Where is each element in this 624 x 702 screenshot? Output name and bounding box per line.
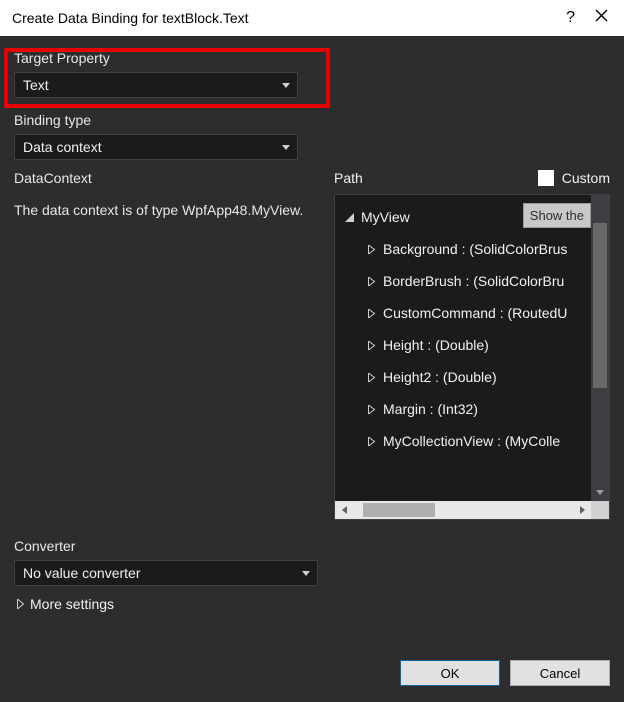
scrollbar-down-icon[interactable]	[591, 483, 609, 501]
chevron-down-icon	[301, 571, 311, 576]
tree-item[interactable]: CustomCommand : (RoutedU	[335, 297, 609, 329]
tree-item[interactable]: Height : (Double)	[335, 329, 609, 361]
collapsed-icon	[365, 309, 377, 318]
datacontext-text: The data context is of type WpfApp48.MyV…	[14, 192, 324, 221]
tree-item[interactable]: Height2 : (Double)	[335, 361, 609, 393]
custom-checkbox[interactable]	[538, 170, 554, 186]
binding-type-dropdown[interactable]: Data context	[14, 134, 298, 160]
tree-item[interactable]: Background : (SolidColorBrus	[335, 233, 609, 265]
tree-root-label: MyView	[361, 209, 410, 225]
path-label: Path	[334, 170, 538, 186]
target-property-label: Target Property	[14, 50, 610, 66]
converter-label: Converter	[14, 538, 610, 554]
tree-item[interactable]: Margin : (Int32)	[335, 393, 609, 425]
converter-dropdown[interactable]: No value converter	[14, 560, 318, 586]
titlebar-actions: ?	[566, 9, 614, 27]
binding-type-label: Binding type	[14, 112, 610, 128]
tree-item[interactable]: MyCollectionView : (MyColle	[335, 425, 609, 457]
show-button[interactable]: Show the	[523, 203, 591, 228]
collapsed-icon	[365, 437, 377, 446]
horizontal-scrollbar[interactable]	[335, 501, 591, 519]
tree-item-label: Background : (SolidColorBrus	[383, 241, 567, 257]
target-property-value: Text	[23, 77, 49, 93]
collapsed-icon	[365, 405, 377, 414]
scrollbar-thumb[interactable]	[593, 223, 607, 388]
cancel-button[interactable]: Cancel	[510, 660, 610, 686]
vertical-scrollbar[interactable]	[591, 195, 609, 501]
tree-item-label: Margin : (Int32)	[383, 401, 478, 417]
collapsed-icon	[365, 245, 377, 254]
collapsed-icon	[14, 599, 26, 609]
chevron-down-icon	[281, 83, 291, 88]
collapsed-icon	[365, 341, 377, 350]
more-settings-label: More settings	[30, 596, 114, 612]
binding-type-value: Data context	[23, 139, 102, 155]
close-icon[interactable]	[595, 9, 608, 27]
tree-item-label: Height : (Double)	[383, 337, 489, 353]
dialog-footer: OK Cancel	[0, 650, 624, 702]
chevron-down-icon	[281, 145, 291, 150]
tree-item-label: BorderBrush : (SolidColorBru	[383, 273, 564, 289]
target-property-dropdown[interactable]: Text	[14, 72, 298, 98]
collapsed-icon	[365, 373, 377, 382]
tree-item-label: MyCollectionView : (MyColle	[383, 433, 560, 449]
tree-item-label: Height2 : (Double)	[383, 369, 497, 385]
path-tree: Show the MyView Background : (SolidColor…	[334, 194, 610, 520]
custom-label: Custom	[562, 170, 610, 186]
scrollbar-left-icon[interactable]	[335, 501, 353, 519]
tree-item-label: CustomCommand : (RoutedU	[383, 305, 567, 321]
ok-button[interactable]: OK	[400, 660, 500, 686]
scrollbar-thumb[interactable]	[363, 503, 435, 517]
tree-item[interactable]: BorderBrush : (SolidColorBru	[335, 265, 609, 297]
more-settings-toggle[interactable]: More settings	[0, 586, 624, 622]
collapsed-icon	[365, 277, 377, 286]
scrollbar-right-icon[interactable]	[573, 501, 591, 519]
scrollbar-corner	[591, 501, 609, 519]
help-icon[interactable]: ?	[566, 9, 575, 27]
dialog-content: Target Property Text Binding type Data c…	[0, 36, 624, 650]
expanded-icon	[343, 213, 355, 222]
titlebar: Create Data Binding for textBlock.Text ?	[0, 0, 624, 36]
datacontext-label: DataContext	[14, 170, 324, 186]
dialog-title: Create Data Binding for textBlock.Text	[12, 10, 566, 26]
converter-value: No value converter	[23, 565, 141, 581]
